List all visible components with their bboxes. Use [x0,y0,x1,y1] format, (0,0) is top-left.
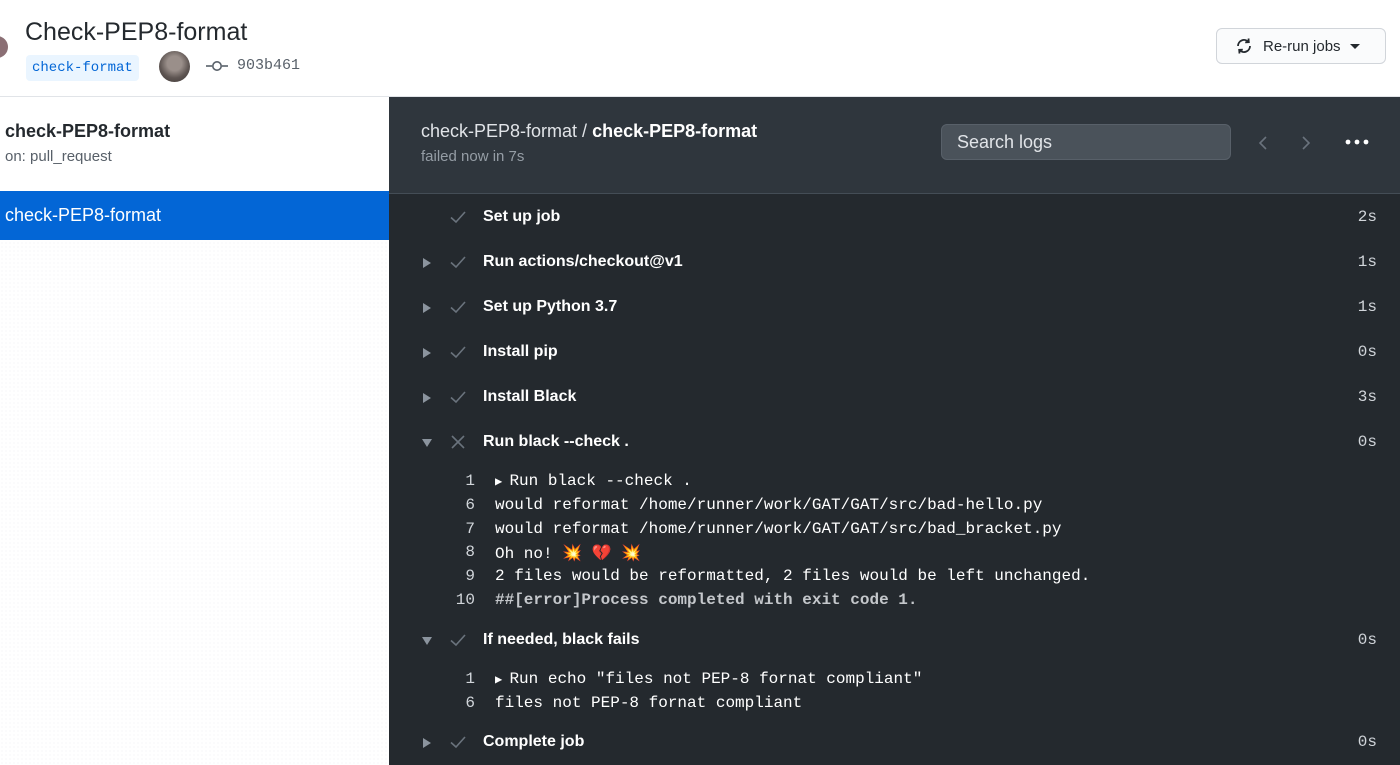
sidebar-item-job[interactable]: check-PEP8-format [0,191,389,240]
log-line: 6 would reformat /home/runner/work/GAT/G… [389,494,1400,518]
x-icon [451,435,465,449]
check-icon [450,736,466,749]
check-icon [450,211,466,224]
step-duration: 0s [1357,343,1377,361]
log-line[interactable]: 1 ▶ Run echo "files not PEP-8 fornat com… [389,668,1400,692]
step-name: Complete job [483,733,585,750]
owner-avatar[interactable] [0,36,8,58]
job-log-panel: check-PEP8-format / check-PEP8-format fa… [389,97,1400,765]
check-icon [450,301,466,314]
log-line-number[interactable]: 6 [429,694,475,712]
run-header: Check-PEP8-format check-format 903b461 R… [0,0,1400,97]
step-name: Set up job [483,208,561,225]
log-line-error: 10 ##[error]Process completed with exit … [389,589,1400,613]
breadcrumb: check-PEP8-format / check-PEP8-format [421,121,757,142]
commit-sha-link[interactable]: 903b461 [237,57,300,74]
page-title: Check-PEP8-format [25,18,248,46]
log-line-text: ▶ Run echo "files not PEP-8 fornat compl… [495,670,922,688]
avatar[interactable] [159,51,190,82]
log-line-text: 2 files would be reformatted, 2 files wo… [495,567,1091,585]
log-line-number[interactable]: 1 [429,472,475,490]
step-row[interactable]: Install Black 3s [389,376,1400,420]
breadcrumb-job: check-PEP8-format [592,121,758,141]
chevron-right-icon[interactable] [1298,133,1314,153]
log-line-text: would reformat /home/runner/work/GAT/GAT… [495,496,1043,514]
step-duration: 1s [1357,298,1377,316]
log-line-number[interactable]: 10 [429,591,475,609]
collapse-icon [422,637,432,645]
expand-icon [423,303,431,313]
log-line-number[interactable]: 6 [429,496,475,514]
sync-icon [1237,38,1251,54]
step-row[interactable]: If needed, black fails 0s [389,619,1400,663]
check-icon [450,346,466,359]
search-input[interactable] [942,125,1230,159]
step-row[interactable]: Set up Python 3.7 1s [389,286,1400,330]
step-row[interactable]: Complete job 0s [389,721,1400,765]
log-line: 9 2 files would be reformatted, 2 files … [389,565,1400,589]
check-icon [450,634,466,647]
step-name: Run actions/checkout@v1 [483,253,683,270]
branch-label[interactable]: check-format [26,55,139,81]
log-line: 8 Oh no! 💥 💔 💥 [389,541,1400,565]
step-duration: 0s [1357,631,1377,649]
workflow-summary[interactable]: check-PEP8-format on: pull_request [0,97,389,192]
step-duration: 1s [1357,253,1377,271]
triangle-right-icon[interactable]: ▶ [495,673,509,687]
log-line-text: would reformat /home/runner/work/GAT/GAT… [495,520,1062,538]
step-name: If needed, black fails [483,631,640,648]
workflow-name: check-PEP8-format [5,121,171,141]
log-line-number[interactable]: 1 [429,670,475,688]
log-line-content: Run black --check . [509,472,692,490]
log-line-text: Oh no! 💥 💔 💥 [495,545,642,563]
log-line: 7 would reformat /home/runner/work/GAT/G… [389,518,1400,542]
more-options-icon[interactable] [1345,137,1369,147]
expand-icon [423,393,431,403]
check-icon [450,256,466,269]
step-row[interactable]: Run actions/checkout@v1 1s [389,241,1400,285]
step-name: Set up Python 3.7 [483,298,618,315]
check-icon [450,391,466,404]
step-row[interactable]: Set up job 2s [389,196,1400,240]
log-panel-header: check-PEP8-format / check-PEP8-format fa… [389,97,1400,194]
step-duration: 2s [1357,208,1377,226]
triangle-right-icon[interactable]: ▶ [495,475,509,489]
expand-icon [423,738,431,748]
step-name: Install pip [483,343,558,360]
sidebar: check-PEP8-format on: pull_request check… [0,97,389,765]
workflow-trigger: on: pull_request [5,148,112,165]
step-row-failed[interactable]: Run black --check . 0s [389,421,1400,465]
step-duration: 0s [1357,433,1377,451]
chevron-down-icon [1349,43,1360,49]
step-name: Run black --check . [483,433,629,450]
log-line-number[interactable]: 7 [429,520,475,538]
step-duration: 3s [1357,388,1377,406]
log-line-content: Run echo "files not PEP-8 fornat complia… [509,670,923,688]
collapse-icon [422,439,432,447]
search-logs[interactable] [941,124,1231,160]
log-line-number[interactable]: 8 [429,543,475,561]
step-duration: 0s [1357,733,1377,751]
job-status-text: failed now in 7s [421,148,525,165]
log-line-text: ▶ Run black --check . [495,472,692,490]
log-line: 6 files not PEP-8 fornat compliant [389,692,1400,716]
log-line-number[interactable]: 9 [429,567,475,585]
log-line-text: ##[error]Process completed with exit cod… [495,591,918,609]
log-line-text: files not PEP-8 fornat compliant [495,694,803,712]
chevron-left-icon[interactable] [1255,133,1271,153]
expand-icon [423,348,431,358]
step-name: Install Black [483,388,577,405]
rerun-jobs-label: Re-run jobs [1263,37,1341,55]
rerun-jobs-button[interactable]: Re-run jobs [1216,28,1386,64]
sidebar-item-label: check-PEP8-format [5,205,162,225]
log-line[interactable]: 1 ▶ Run black --check . [389,470,1400,494]
expand-icon [423,258,431,268]
commit-icon [206,61,228,71]
breadcrumb-workflow: check-PEP8-format / [421,121,588,141]
step-row[interactable]: Install pip 0s [389,331,1400,375]
